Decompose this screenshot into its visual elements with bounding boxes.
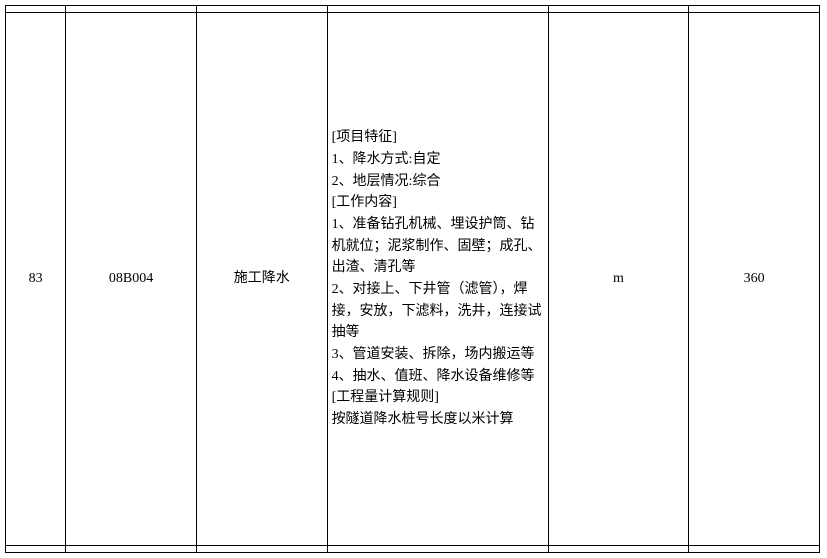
bill-of-quantities-table: 83 08B004 施工降水 [项目特征] 1、降水方式:自定 2、地层情况:综… — [5, 5, 820, 553]
table-row: 83 08B004 施工降水 [项目特征] 1、降水方式:自定 2、地层情况:综… — [6, 13, 820, 546]
cell-unit: m — [548, 13, 689, 546]
table-row — [6, 546, 820, 553]
cell-name: 施工降水 — [196, 13, 327, 546]
cell-code: 08B004 — [66, 13, 197, 546]
cell-description: [项目特征] 1、降水方式:自定 2、地层情况:综合 [工作内容] 1、准备钻孔… — [327, 13, 548, 546]
cell-qty: 360 — [689, 13, 820, 546]
cell-index: 83 — [6, 13, 66, 546]
table-row — [6, 6, 820, 13]
